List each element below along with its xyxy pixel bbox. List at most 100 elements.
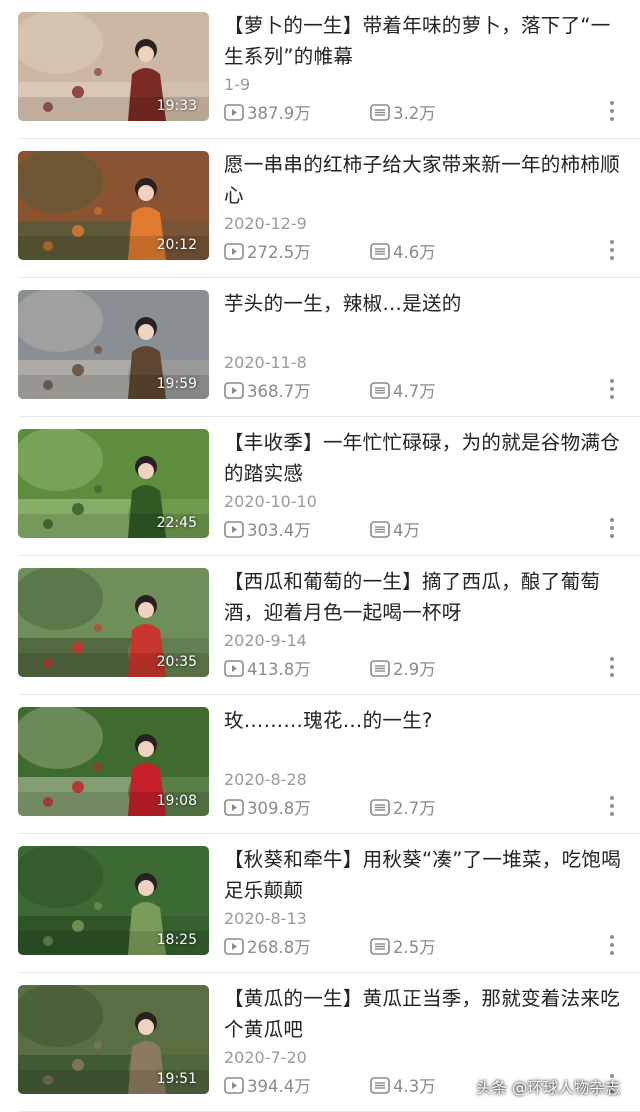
more-dot bbox=[610, 943, 614, 947]
video-title[interactable]: 【丰收季】一年忙忙碌碌，为的就是谷物满仓的踏实感 bbox=[224, 427, 624, 489]
play-icon bbox=[224, 520, 244, 538]
video-title[interactable]: 【黄瓜的一生】黄瓜正当季，那就变着法来吃个黄瓜吧 bbox=[224, 983, 624, 1045]
video-stats: 413.8万 2.9万 bbox=[224, 656, 624, 680]
view-count: 413.8万 bbox=[224, 656, 311, 680]
comment-count: 2.7万 bbox=[370, 795, 436, 819]
view-count: 309.8万 bbox=[224, 795, 311, 819]
more-dot bbox=[610, 534, 614, 538]
video-duration: 22:45 bbox=[156, 515, 197, 531]
comment-count-value: 4万 bbox=[393, 521, 420, 540]
video-stats: 368.7万 4.7万 bbox=[224, 378, 624, 401]
view-count-value: 413.8万 bbox=[247, 660, 311, 679]
more-options-icon[interactable] bbox=[608, 656, 616, 678]
video-thumbnail[interactable]: 20:35 bbox=[18, 568, 209, 677]
video-title[interactable]: 芋头的一生，辣椒…是送的 bbox=[224, 288, 624, 319]
more-dot bbox=[610, 657, 614, 661]
more-dot bbox=[610, 673, 614, 677]
comment-icon bbox=[370, 103, 390, 121]
watermark: 头条 @环球人物杂志 bbox=[476, 1079, 621, 1097]
video-item[interactable]: 20:35 【西瓜和葡萄的一生】摘了西瓜，酿了葡萄酒，迎着月色一起喝一杯呀 2020… bbox=[0, 556, 640, 695]
video-thumbnail[interactable]: 18:25 bbox=[18, 846, 209, 955]
comment-count-value: 2.5万 bbox=[393, 938, 436, 957]
more-dot bbox=[610, 518, 614, 522]
video-stats: 272.5万 4.6万 bbox=[224, 239, 624, 263]
more-options-icon[interactable] bbox=[608, 100, 616, 122]
video-item[interactable]: 19:33 【萝卜的一生】带着年味的萝卜，落下了“一生系列”的帷幕 1-9 387.9… bbox=[0, 0, 640, 139]
video-stats: 268.8万 2.5万 bbox=[224, 934, 624, 958]
video-item[interactable]: 20:12 愿一串串的红柿子给大家带来新一年的柿柿顺心 2020-12-9 272.5… bbox=[0, 139, 640, 278]
view-count-value: 368.7万 bbox=[247, 382, 311, 401]
comment-icon bbox=[370, 937, 390, 955]
play-icon bbox=[224, 937, 244, 955]
video-list: 19:33 【萝卜的一生】带着年味的萝卜，落下了“一生系列”的帷幕 1-9 387.9… bbox=[0, 0, 640, 1112]
view-count: 272.5万 bbox=[224, 239, 311, 263]
video-date: 2020-12-9 bbox=[224, 214, 307, 233]
video-thumbnail[interactable]: 20:12 bbox=[18, 151, 209, 260]
view-count-value: 394.4万 bbox=[247, 1077, 311, 1096]
more-dot bbox=[610, 526, 614, 530]
view-count: 268.8万 bbox=[224, 934, 311, 958]
play-icon bbox=[224, 798, 244, 816]
video-thumbnail[interactable]: 19:59 bbox=[18, 290, 209, 399]
more-dot bbox=[610, 395, 614, 399]
video-item[interactable]: 19:59 芋头的一生，辣椒…是送的 2020-11-8 368.7万 4.7万 bbox=[0, 278, 640, 417]
comment-icon bbox=[370, 381, 390, 399]
comment-count: 4.3万 bbox=[370, 1073, 436, 1097]
video-thumbnail[interactable]: 19:08 bbox=[18, 707, 209, 816]
view-count: 387.9万 bbox=[224, 100, 311, 124]
view-count: 303.4万 bbox=[224, 517, 311, 541]
video-stats: 303.4万 4万 bbox=[224, 517, 624, 541]
video-duration: 20:12 bbox=[156, 237, 197, 253]
more-dot bbox=[610, 387, 614, 391]
video-thumbnail[interactable]: 19:33 bbox=[18, 12, 209, 121]
view-count-value: 309.8万 bbox=[247, 799, 311, 818]
video-date: 2020-7-20 bbox=[224, 1048, 307, 1067]
video-date: 2020-10-10 bbox=[224, 492, 317, 511]
view-count-value: 387.9万 bbox=[247, 104, 311, 123]
video-stats: 387.9万 3.2万 bbox=[224, 100, 624, 124]
view-count-value: 272.5万 bbox=[247, 243, 311, 262]
video-item[interactable]: 19:08 玫………瑰花…的一生? 2020-8-28 309.8万 2.7万 bbox=[0, 695, 640, 834]
video-title[interactable]: 愿一串串的红柿子给大家带来新一年的柿柿顺心 bbox=[224, 149, 624, 211]
comment-count-value: 4.6万 bbox=[393, 243, 436, 262]
video-title[interactable]: 【西瓜和葡萄的一生】摘了西瓜，酿了葡萄酒，迎着月色一起喝一杯呀 bbox=[224, 566, 624, 628]
video-date: 1-9 bbox=[224, 75, 251, 94]
comment-icon bbox=[370, 798, 390, 816]
video-item[interactable]: 22:45 【丰收季】一年忙忙碌碌，为的就是谷物满仓的踏实感 2020-10-10 3… bbox=[0, 417, 640, 556]
video-title[interactable]: 玫………瑰花…的一生? bbox=[224, 705, 624, 736]
more-options-icon[interactable] bbox=[608, 239, 616, 261]
video-date: 2020-9-14 bbox=[224, 631, 307, 650]
video-date: 2020-8-13 bbox=[224, 909, 307, 928]
video-date: 2020-8-28 bbox=[224, 770, 307, 789]
video-thumbnail[interactable]: 19:51 bbox=[18, 985, 209, 1094]
view-count-value: 303.4万 bbox=[247, 521, 311, 540]
comment-icon bbox=[370, 1076, 390, 1094]
comment-icon bbox=[370, 242, 390, 260]
more-dot bbox=[610, 796, 614, 800]
video-date: 2020-11-8 bbox=[224, 353, 307, 372]
comment-count: 2.5万 bbox=[370, 934, 436, 958]
more-options-icon[interactable] bbox=[608, 934, 616, 956]
video-duration: 18:25 bbox=[156, 932, 197, 948]
more-dot bbox=[610, 935, 614, 939]
play-icon bbox=[224, 659, 244, 677]
view-count: 394.4万 bbox=[224, 1073, 311, 1097]
more-options-icon[interactable] bbox=[608, 378, 616, 400]
more-options-icon[interactable] bbox=[608, 517, 616, 539]
more-dot bbox=[610, 240, 614, 244]
video-thumbnail[interactable]: 22:45 bbox=[18, 429, 209, 538]
more-dot bbox=[610, 256, 614, 260]
more-dot bbox=[610, 117, 614, 121]
video-duration: 19:33 bbox=[156, 98, 197, 114]
comment-icon bbox=[370, 659, 390, 677]
video-duration: 19:08 bbox=[156, 793, 197, 809]
video-title[interactable]: 【萝卜的一生】带着年味的萝卜，落下了“一生系列”的帷幕 bbox=[224, 10, 624, 72]
video-item[interactable]: 18:25 【秋葵和牵牛】用秋葵“凑”了一堆菜，吃饱喝足乐颠颠 2020-8-13 2… bbox=[0, 834, 640, 973]
video-duration: 20:35 bbox=[156, 654, 197, 670]
comment-count: 4.6万 bbox=[370, 239, 436, 263]
video-stats: 309.8万 2.7万 bbox=[224, 795, 624, 819]
play-icon bbox=[224, 242, 244, 260]
more-options-icon[interactable] bbox=[608, 795, 616, 817]
comment-count-value: 3.2万 bbox=[393, 104, 436, 123]
video-title[interactable]: 【秋葵和牵牛】用秋葵“凑”了一堆菜，吃饱喝足乐颠颠 bbox=[224, 844, 624, 906]
